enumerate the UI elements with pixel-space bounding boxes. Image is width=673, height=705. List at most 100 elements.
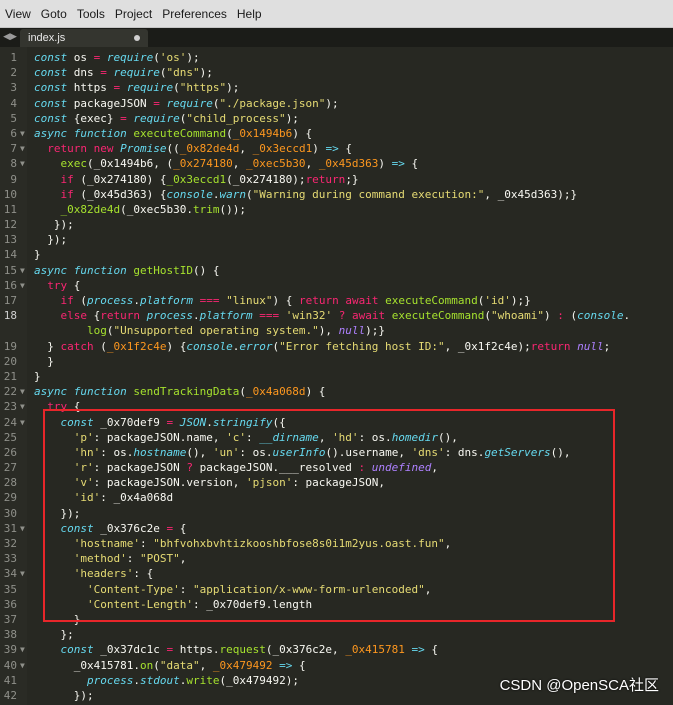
code-token: ) {: [272, 294, 299, 307]
line-number: 27: [3, 461, 17, 475]
code-token: 'r': [73, 461, 94, 475]
code-token: (: [153, 658, 160, 672]
code-token: : packageJSON,: [292, 476, 386, 490]
code-token: https: [67, 81, 114, 95]
code-token: platform: [139, 294, 193, 307]
code-token: executeCommand: [391, 309, 485, 323]
code-token: :: [245, 430, 260, 444]
code-token: const: [60, 643, 94, 657]
code-token: 'c': [226, 430, 246, 444]
code-token: {: [67, 278, 81, 292]
code-token: packageJSON: [67, 96, 154, 110]
fold-arrow-icon[interactable]: ▼: [20, 415, 30, 430]
code-token: "dns": [166, 66, 200, 80]
code-token: function: [73, 263, 127, 277]
menu-item-tools[interactable]: Tools: [72, 0, 110, 28]
line-number: 2: [10, 66, 17, 80]
code-token: Promise: [120, 142, 167, 156]
code-token: (),: [550, 445, 571, 459]
menu-item-view[interactable]: View: [0, 0, 36, 28]
code-token: ): [312, 142, 326, 156]
code-text: }: [34, 354, 54, 369]
tab-scroll-icon[interactable]: ◀▶: [2, 30, 18, 45]
code-token: require: [106, 51, 154, 64]
line-number: 37: [3, 612, 17, 626]
code-token: request: [219, 643, 266, 657]
fold-arrow-icon[interactable]: ▼: [20, 658, 30, 673]
fold-arrow-icon[interactable]: ▼: [20, 263, 30, 278]
code-token: : os.: [239, 445, 273, 459]
code-token: "https": [179, 81, 227, 95]
menu-item-preferences[interactable]: Preferences: [157, 0, 232, 28]
fold-arrow-icon[interactable]: ▼: [20, 384, 30, 399]
code-token: if: [60, 187, 74, 201]
code-text: async function getHostID() {: [34, 263, 219, 278]
tab-label: index.js: [28, 32, 66, 44]
menu-item-project[interactable]: Project: [110, 0, 157, 28]
code-token: _0x3eccd1: [252, 142, 313, 156]
code-token: .: [206, 415, 213, 429]
code-token: ,: [444, 537, 452, 550]
menu-bar: View Goto Tools Project Preferences Help: [0, 0, 673, 28]
code-text: async function sendTrackingData(_0x4a068…: [34, 384, 325, 399]
fold-arrow-icon[interactable]: ▼: [20, 156, 30, 171]
code-token: executeCommand: [133, 126, 227, 140]
fold-arrow-icon[interactable]: ▼: [20, 278, 30, 293]
fold-arrow-icon[interactable]: ▼: [20, 399, 30, 414]
code-token: require: [113, 66, 160, 80]
code-token: warn: [219, 187, 246, 201]
code-token: await: [345, 294, 379, 307]
fold-arrow-icon[interactable]: ▼: [20, 141, 30, 156]
code-token: stdout: [139, 673, 180, 687]
code-token: _0x82de4d: [60, 202, 121, 216]
code-token: ===: [199, 294, 220, 307]
code-token: );: [325, 96, 339, 110]
line-number: 31: [3, 521, 17, 535]
code-token: ((: [166, 142, 180, 156]
code-token: 'hd': [332, 430, 359, 444]
code-editor[interactable]: 1 const os = require('os'); 2 const dns = r…: [0, 47, 673, 705]
code-token: : _0x70def9.length: [192, 597, 313, 611]
code-token: ;}: [345, 172, 359, 186]
code-token: const: [34, 81, 68, 95]
fold-arrow-icon[interactable]: ▼: [20, 126, 30, 141]
code-token: process: [87, 294, 134, 307]
code-token: =>: [325, 142, 339, 156]
code-token: (: [245, 187, 253, 201]
fold-arrow-icon[interactable]: ▼: [20, 521, 30, 536]
code-token: try: [47, 278, 68, 292]
code-token: os: [67, 51, 94, 64]
code-token: try: [47, 400, 68, 414]
code-token: _0xec5b30: [245, 157, 306, 171]
code-token: _0x415781: [345, 643, 405, 657]
code-token: ): [378, 157, 392, 171]
code-token: ({: [272, 415, 286, 429]
tab-index-js[interactable]: index.js: [20, 29, 148, 47]
line-number: 14: [3, 248, 17, 262]
line-number: 23: [3, 400, 17, 414]
unsaved-dot-icon[interactable]: [134, 35, 140, 41]
code-token: async: [34, 385, 68, 399]
code-token: });: [34, 233, 68, 247]
code-token: (: [173, 81, 180, 95]
code-token: catch: [60, 339, 94, 353]
menu-item-help[interactable]: Help: [232, 0, 267, 28]
code-text: }: [34, 247, 41, 262]
menu-item-goto[interactable]: Goto: [36, 0, 72, 28]
line-number: 15: [3, 263, 17, 277]
code-token: executeCommand: [385, 294, 478, 307]
fold-arrow-icon[interactable]: ▼: [20, 566, 30, 581]
code-token: 'Content-Type': [86, 582, 180, 596]
fold-arrow-icon[interactable]: ▼: [20, 642, 30, 657]
